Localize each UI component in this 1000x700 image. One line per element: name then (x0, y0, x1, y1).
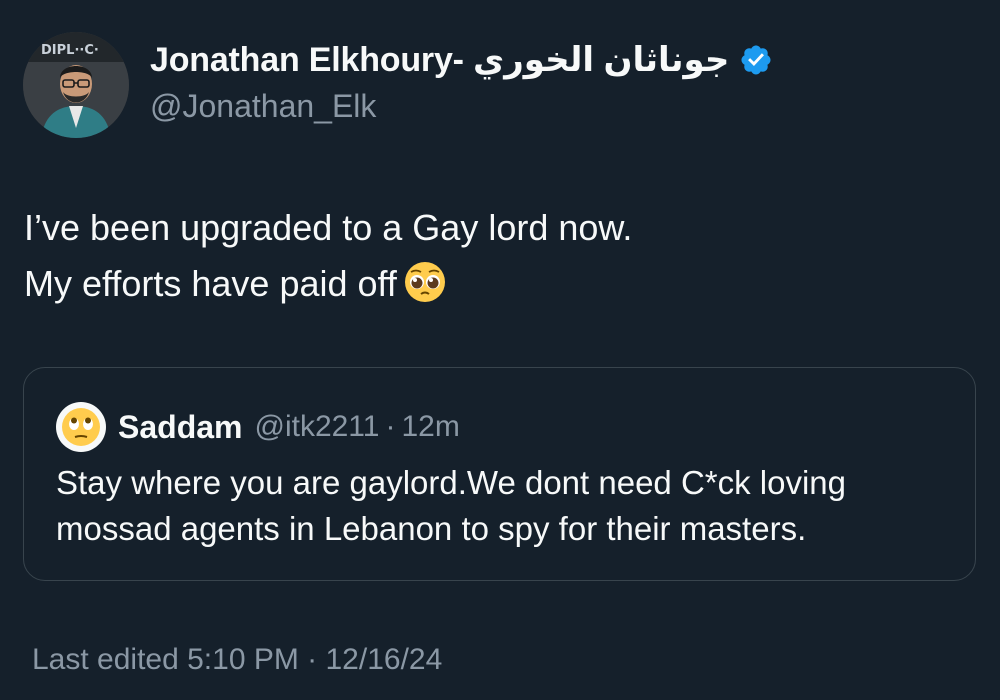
verified-badge-icon[interactable] (739, 43, 773, 77)
pleading-face-emoji-icon (404, 262, 445, 302)
tweet-text-line: My efforts have paid off (24, 263, 397, 304)
quoted-tweet-text-line: mossad agents in Lebanon to spy for thei… (56, 510, 807, 547)
profile-photo-icon: DIPL··C· (23, 32, 129, 138)
avatar-badge-text: DIPL··C· (41, 43, 99, 58)
last-edited-timestamp[interactable]: Last edited 5:10 PM · 12/16/24 (32, 643, 442, 677)
separator-dot: · (385, 410, 396, 443)
quoted-author-handle[interactable]: @itk2211 (254, 410, 379, 444)
quoted-author-avatar[interactable] (56, 402, 106, 452)
face-with-rolling-eyes-emoji-icon (62, 408, 100, 446)
tweet-text-line-with-emoji: My efforts have paid off (24, 256, 632, 312)
author-avatar[interactable]: DIPL··C· (23, 32, 129, 138)
tweet-text-line: I’ve been upgraded to a Gay lord now. (24, 207, 633, 248)
quoted-tweet-card[interactable]: Saddam @itk2211 · 12m Stay where you are… (23, 367, 976, 581)
quoted-tweet-text: Stay where you are gaylord.We dont need … (56, 460, 846, 552)
author-name[interactable]: Jonathan Elkhoury- جوناثان الخوري (150, 40, 730, 80)
quoted-tweet-time[interactable]: 12m (401, 410, 459, 444)
tweet-card: DIPL··C· Jonathan Elkhoury- جوناثان الخو… (0, 0, 1000, 700)
quoted-author-name[interactable]: Saddam (118, 409, 242, 446)
quoted-tweet-text-line: Stay where you are gaylord.We dont need … (56, 464, 847, 501)
author-name-row: Jonathan Elkhoury- جوناثان الخوري (150, 40, 773, 80)
author-handle[interactable]: @Jonathan_Elk (150, 88, 376, 125)
quoted-tweet-header: Saddam @itk2211 · 12m (56, 402, 460, 452)
tweet-text: I’ve been upgraded to a Gay lord now. My… (24, 200, 632, 312)
